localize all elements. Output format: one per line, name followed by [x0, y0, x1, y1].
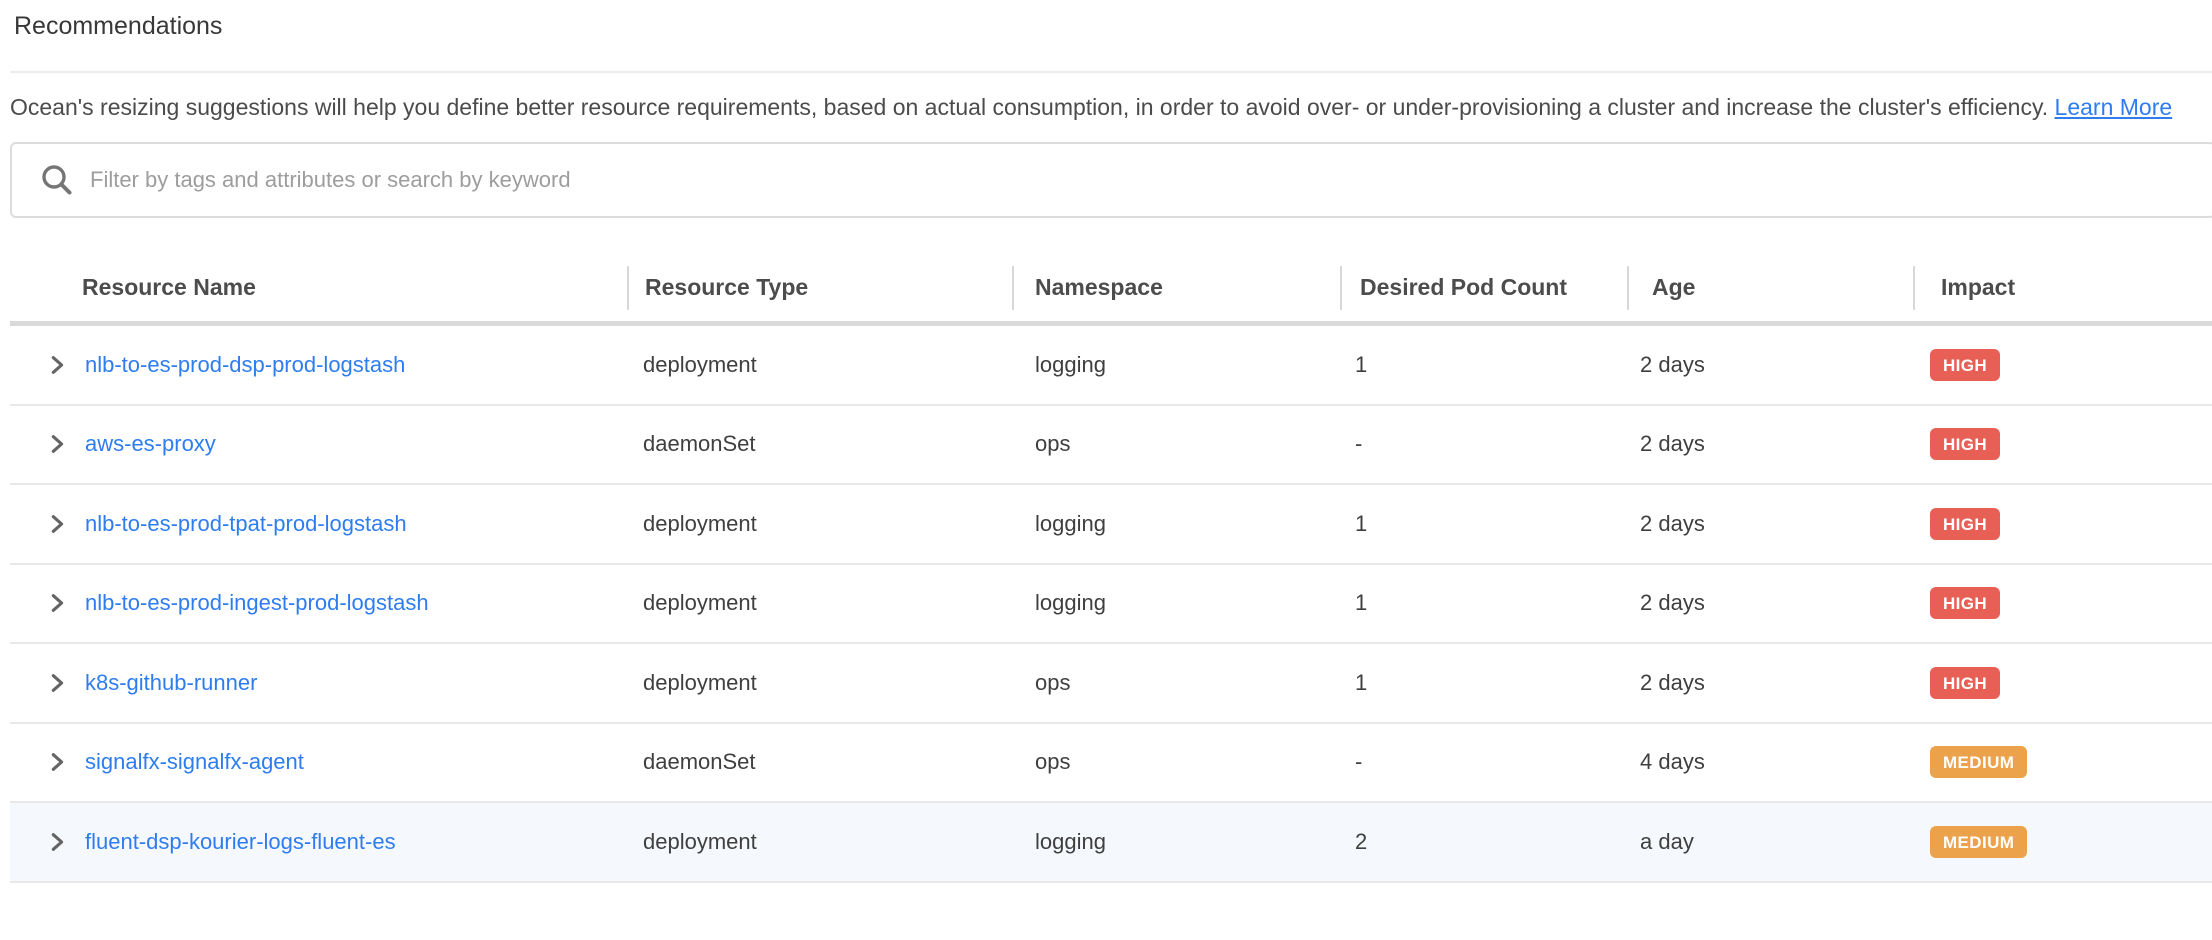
table-header-row: Resource Name Resource Type Namespace De…	[10, 254, 2212, 326]
resource-name-link[interactable]: nlb-to-es-prod-dsp-prod-logstash	[85, 352, 405, 378]
table-row: aws-es-proxy daemonSet ops - 2 days HIGH	[10, 406, 2212, 486]
namespace-cell: logging	[1012, 829, 1340, 855]
pod-count-cell: 2	[1340, 829, 1627, 855]
expand-row-button[interactable]	[45, 432, 69, 456]
impact-badge: HIGH	[1930, 349, 2000, 381]
age-cell: 2 days	[1627, 431, 1913, 457]
age-cell: 2 days	[1627, 352, 1913, 378]
resource-name-link[interactable]: signalfx-signalfx-agent	[85, 749, 304, 775]
resource-name-cell: fluent-dsp-kourier-logs-fluent-es	[10, 829, 627, 855]
chevron-right-icon	[46, 354, 68, 376]
chevron-right-icon	[46, 672, 68, 694]
table-row: nlb-to-es-prod-tpat-prod-logstash deploy…	[10, 485, 2212, 565]
pod-count-cell: 1	[1340, 511, 1627, 537]
resource-name-cell: signalfx-signalfx-agent	[10, 749, 627, 775]
title-divider	[10, 71, 2212, 73]
table-row: k8s-github-runner deployment ops 1 2 day…	[10, 644, 2212, 724]
pod-count-cell: 1	[1340, 352, 1627, 378]
chevron-right-icon	[46, 513, 68, 535]
impact-badge: MEDIUM	[1930, 746, 2027, 778]
resource-name-cell: nlb-to-es-prod-dsp-prod-logstash	[10, 352, 627, 378]
impact-cell: MEDIUM	[1913, 826, 2212, 858]
namespace-cell: ops	[1012, 749, 1340, 775]
chevron-right-icon	[46, 831, 68, 853]
learn-more-link[interactable]: Learn More	[2055, 94, 2173, 120]
search-icon	[40, 163, 74, 197]
table-row: signalfx-signalfx-agent daemonSet ops - …	[10, 724, 2212, 804]
column-header-impact: Impact	[1913, 254, 2212, 321]
resource-name-link[interactable]: nlb-to-es-prod-ingest-prod-logstash	[85, 590, 429, 616]
impact-badge: HIGH	[1930, 428, 2000, 460]
resource-name-link[interactable]: aws-es-proxy	[85, 431, 216, 457]
pod-count-cell: -	[1340, 431, 1627, 457]
pod-count-cell: 1	[1340, 590, 1627, 616]
impact-badge: HIGH	[1930, 667, 2000, 699]
resource-name-cell: nlb-to-es-prod-tpat-prod-logstash	[10, 511, 627, 537]
search-input[interactable]	[90, 167, 2212, 193]
namespace-cell: ops	[1012, 670, 1340, 696]
filter-search-box[interactable]	[10, 142, 2212, 218]
impact-badge: HIGH	[1930, 587, 2000, 619]
recommendations-table: Resource Name Resource Type Namespace De…	[10, 254, 2212, 883]
expand-row-button[interactable]	[45, 830, 69, 854]
column-header-resource-type: Resource Type	[627, 254, 1012, 321]
table-row: nlb-to-es-prod-ingest-prod-logstash depl…	[10, 565, 2212, 645]
age-cell: a day	[1627, 829, 1913, 855]
table-row: nlb-to-es-prod-dsp-prod-logstash deploym…	[10, 326, 2212, 406]
age-cell: 2 days	[1627, 670, 1913, 696]
namespace-cell: logging	[1012, 590, 1340, 616]
resource-type-cell: deployment	[627, 670, 1012, 696]
resource-name-cell: k8s-github-runner	[10, 670, 627, 696]
namespace-cell: logging	[1012, 511, 1340, 537]
page-title: Recommendations	[14, 10, 2212, 42]
resource-name-link[interactable]: fluent-dsp-kourier-logs-fluent-es	[85, 829, 396, 855]
age-cell: 2 days	[1627, 511, 1913, 537]
resource-name-cell: nlb-to-es-prod-ingest-prod-logstash	[10, 590, 627, 616]
impact-badge: HIGH	[1930, 508, 2000, 540]
resource-type-cell: daemonSet	[627, 431, 1012, 457]
age-cell: 2 days	[1627, 590, 1913, 616]
impact-cell: MEDIUM	[1913, 746, 2212, 778]
description-text: Ocean's resizing suggestions will help y…	[10, 94, 2048, 120]
table-body: nlb-to-es-prod-dsp-prod-logstash deploym…	[10, 326, 2212, 883]
impact-cell: HIGH	[1913, 349, 2212, 381]
impact-cell: HIGH	[1913, 667, 2212, 699]
chevron-right-icon	[46, 751, 68, 773]
expand-row-button[interactable]	[45, 512, 69, 536]
impact-cell: HIGH	[1913, 508, 2212, 540]
column-header-age: Age	[1627, 254, 1913, 321]
resource-type-cell: deployment	[627, 590, 1012, 616]
column-header-namespace: Namespace	[1012, 254, 1340, 321]
resource-name-cell: aws-es-proxy	[10, 431, 627, 457]
column-header-resource-name: Resource Name	[10, 254, 627, 321]
expand-row-button[interactable]	[45, 591, 69, 615]
impact-cell: HIGH	[1913, 428, 2212, 460]
impact-badge: MEDIUM	[1930, 826, 2027, 858]
resource-name-link[interactable]: nlb-to-es-prod-tpat-prod-logstash	[85, 511, 407, 537]
age-cell: 4 days	[1627, 749, 1913, 775]
namespace-cell: logging	[1012, 352, 1340, 378]
expand-row-button[interactable]	[45, 671, 69, 695]
namespace-cell: ops	[1012, 431, 1340, 457]
pod-count-cell: -	[1340, 749, 1627, 775]
resource-type-cell: deployment	[627, 829, 1012, 855]
resource-type-cell: deployment	[627, 511, 1012, 537]
pod-count-cell: 1	[1340, 670, 1627, 696]
page-description: Ocean's resizing suggestions will help y…	[10, 88, 2202, 126]
chevron-right-icon	[46, 433, 68, 455]
recommendations-page: Recommendations Ocean's resizing suggest…	[0, 0, 2212, 940]
expand-row-button[interactable]	[45, 750, 69, 774]
column-header-desired-pod-count: Desired Pod Count	[1340, 254, 1627, 321]
resource-type-cell: deployment	[627, 352, 1012, 378]
chevron-right-icon	[46, 592, 68, 614]
expand-row-button[interactable]	[45, 353, 69, 377]
resource-type-cell: daemonSet	[627, 749, 1012, 775]
resource-name-link[interactable]: k8s-github-runner	[85, 670, 257, 696]
impact-cell: HIGH	[1913, 587, 2212, 619]
table-row: fluent-dsp-kourier-logs-fluent-es deploy…	[10, 803, 2212, 883]
